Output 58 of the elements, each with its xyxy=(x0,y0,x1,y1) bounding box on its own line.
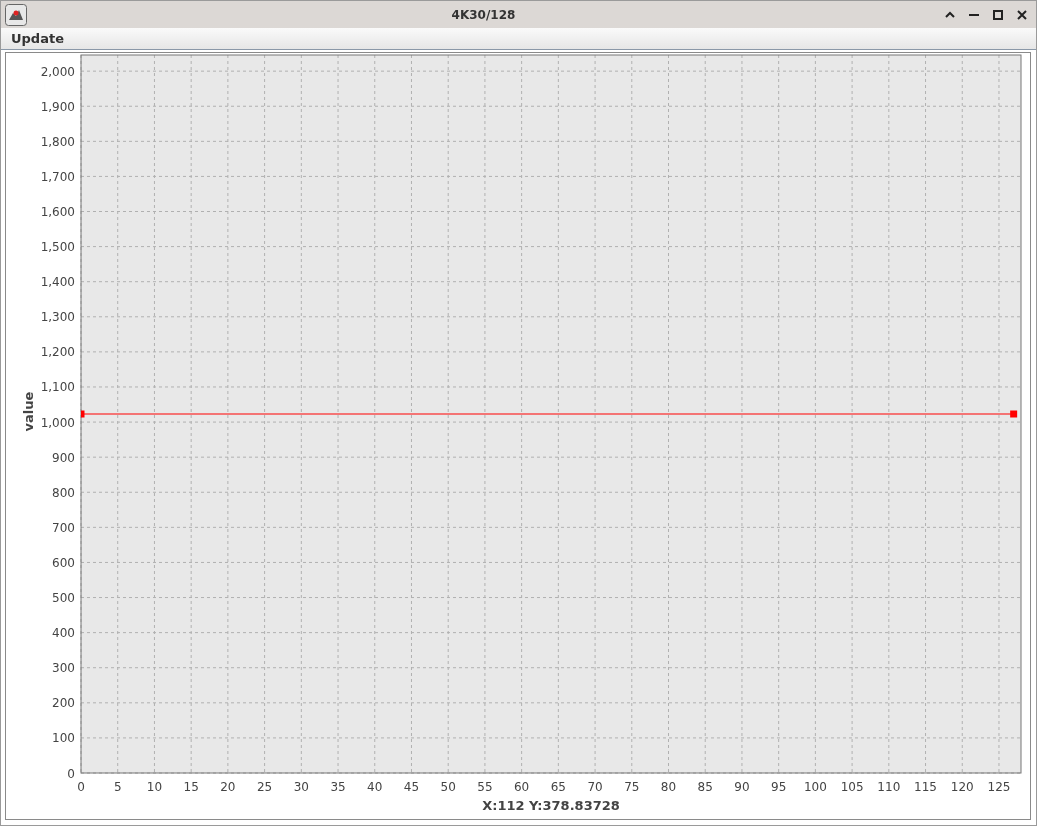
y-tick-label: 1,800 xyxy=(40,134,75,149)
y-tick-label: 1,700 xyxy=(40,169,75,184)
x-tick-label: 115 xyxy=(914,780,937,794)
y-tick-label: 1,300 xyxy=(40,310,75,325)
x-axis-label: X:112 Y:378.83728 xyxy=(482,798,620,813)
x-tick-label: 105 xyxy=(840,780,864,794)
y-tick-label: 2,000 xyxy=(40,64,75,79)
x-tick-label: 95 xyxy=(771,780,787,794)
x-tick-label: 110 xyxy=(877,780,901,794)
y-tick-label: 600 xyxy=(52,555,75,570)
y-axis-label: value xyxy=(21,391,36,432)
y-tick-label: 400 xyxy=(52,626,75,641)
y-tick-label: 1,500 xyxy=(40,240,75,255)
x-tick-label: 100 xyxy=(803,780,827,794)
y-tick-label: 500 xyxy=(52,591,75,606)
y-tick-label: 200 xyxy=(52,696,75,711)
x-tick-label: 125 xyxy=(987,780,1011,794)
y-tick-label: 0 xyxy=(67,766,75,781)
y-tick-label: 700 xyxy=(52,520,75,535)
x-tick-label: 25 xyxy=(256,780,273,794)
y-tick-label: 1,200 xyxy=(40,345,75,360)
y-tick-label: 1,100 xyxy=(40,380,75,395)
x-tick-label: 85 xyxy=(697,780,713,794)
maximize-icon xyxy=(993,9,1003,20)
close-icon xyxy=(1017,9,1027,20)
window-title: 4K30/128 xyxy=(450,6,517,24)
data-point xyxy=(81,410,85,418)
menu-item[interactable]: Update xyxy=(1,28,70,49)
y-tick-label: 900 xyxy=(52,450,75,465)
x-tick-label: 55 xyxy=(477,780,493,794)
x-tick-label: 90 xyxy=(734,780,750,794)
y-tick-label: 300 xyxy=(52,661,75,676)
x-tick-label: 0 xyxy=(77,780,85,794)
minimize-icon xyxy=(969,13,979,17)
y-tick-label: 800 xyxy=(52,485,75,500)
x-tick-label: 5 xyxy=(113,780,122,794)
x-tick-label: 80 xyxy=(660,780,677,794)
x-tick-label: 20 xyxy=(220,780,236,794)
x-tick-label: 70 xyxy=(587,780,603,794)
x-tick-label: 60 xyxy=(514,780,530,794)
x-tick-label: 50 xyxy=(440,780,456,794)
x-tick-label: 40 xyxy=(367,780,383,794)
y-tick-label: 1,600 xyxy=(40,205,75,219)
data-point xyxy=(1010,410,1018,418)
x-tick-label: 35 xyxy=(330,780,346,794)
x-tick-label: 15 xyxy=(183,780,199,794)
y-tick-label: 1,000 xyxy=(40,415,75,430)
x-tick-label: 30 xyxy=(293,780,309,794)
x-tick-label: 120 xyxy=(950,780,974,794)
chevron-up-icon xyxy=(945,11,955,19)
y-tick-label: 100 xyxy=(52,731,75,746)
y-tick-label: 1,400 xyxy=(40,275,75,290)
x-tick-label: 10 xyxy=(146,780,163,794)
y-tick-label: 1,900 xyxy=(40,99,75,114)
app-icon xyxy=(5,3,27,26)
x-tick-label: 65 xyxy=(550,780,566,794)
x-tick-label: 45 xyxy=(403,780,420,794)
x-tick-label: 75 xyxy=(624,780,640,794)
